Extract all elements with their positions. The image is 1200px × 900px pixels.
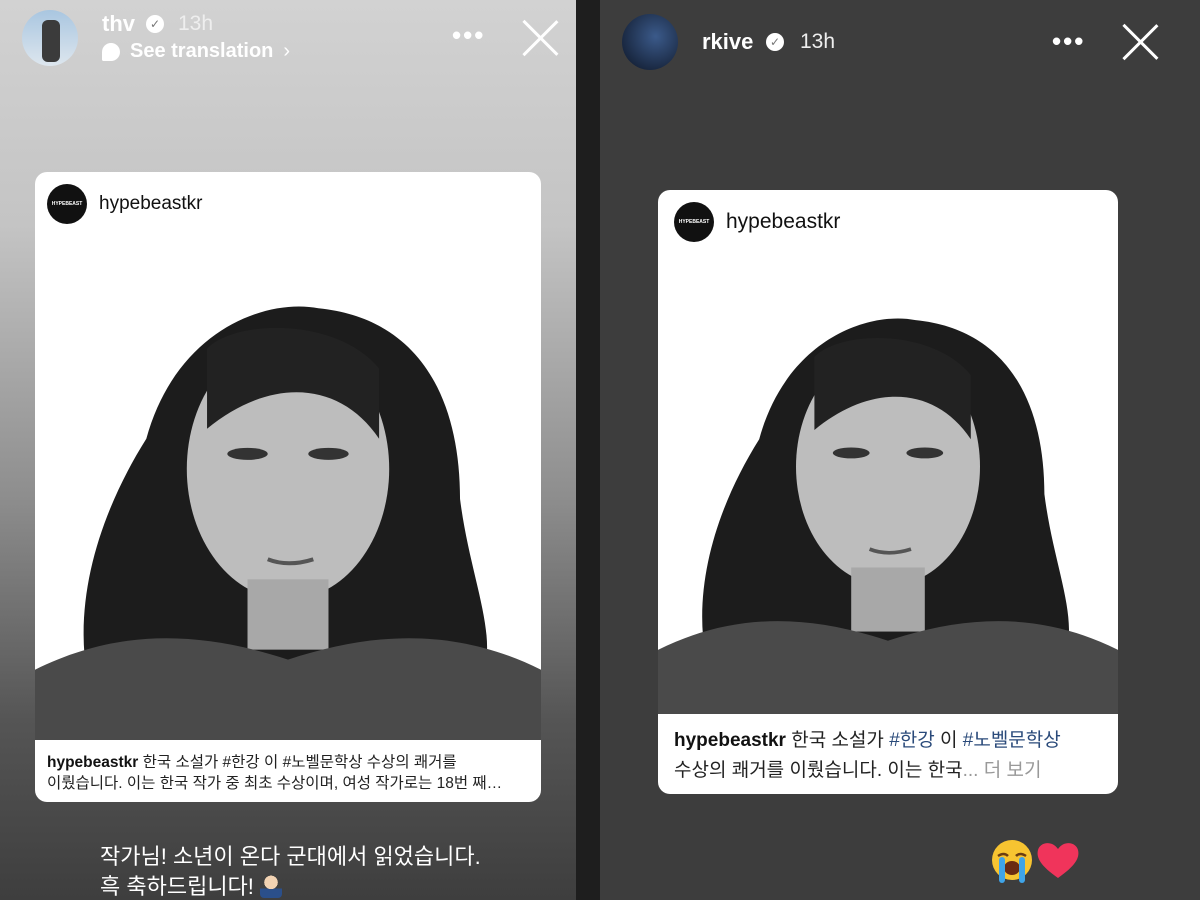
caption-line: 수상의 쾌거를 이뤘습니다. 이는 한국 (674, 760, 963, 781)
post-photo (658, 256, 1118, 714)
shared-post-card[interactable]: HYPEBEAST hypebeastkr hypebeastkr 한국 소설가… (35, 172, 541, 802)
account-logo: HYPEBEAST (47, 184, 87, 224)
caption-user: hypebeastkr (674, 730, 786, 751)
close-button[interactable] (520, 18, 560, 58)
caption-text: 한국 소설가 (791, 730, 890, 751)
post-photo (35, 238, 541, 740)
see-more-link[interactable]: ... 더 보기 (963, 760, 1042, 781)
post-caption: hypebeastkr 한국 소설가 #한강 이 #노벨문학상 수상의 쾌거를 … (47, 752, 531, 794)
message-line: 흑 축하드립니다! (100, 874, 254, 899)
shared-post-card[interactable]: HYPEBEAST hypebeastkr hypebeastkr 한국 소설가… (658, 190, 1118, 794)
verified-badge-icon: ✓ (766, 33, 784, 51)
hashtag-link[interactable]: #한강 (889, 730, 935, 751)
emoji-reaction (990, 838, 1080, 884)
account-name[interactable]: hypebeastkr (99, 193, 203, 215)
more-options-button[interactable]: ••• (452, 20, 485, 51)
chevron-right-icon: › (283, 40, 291, 62)
hashtag-link[interactable]: #노벨문학상 (963, 730, 1061, 751)
caption-line: 이뤘습니다. 이는 한국 작가 중 최초 수상이며, 여성 작가로는 18번 째… (47, 775, 503, 792)
post-time: 13h (178, 12, 214, 35)
see-translation-button[interactable]: See translation › (102, 40, 290, 63)
caption-line: 한국 소설가 #한강 이 #노벨문학상 수상의 쾌거를 (142, 754, 457, 771)
avatar[interactable] (22, 10, 78, 66)
avatar[interactable] (622, 14, 678, 70)
red-heart-icon (1037, 843, 1079, 878)
caption-text: 이 (934, 730, 963, 751)
translate-icon (102, 42, 120, 61)
left-story: thv ✓ 13h See translation › ••• HYPEBEAS… (0, 0, 576, 900)
username[interactable]: rkive (702, 29, 753, 55)
right-story: rkive ✓ 13h ••• HYPEBEAST hypebeastkr hy… (600, 0, 1200, 900)
post-caption: hypebeastkr 한국 소설가 #한강 이 #노벨문학상 수상의 쾌거를 … (674, 726, 1108, 786)
caption-user: hypebeastkr (47, 754, 139, 771)
account-name[interactable]: hypebeastkr (726, 210, 840, 234)
bowing-person-emoji-icon (260, 874, 283, 898)
close-button[interactable] (1120, 22, 1160, 62)
message-line: 작가님! 소년이 온다 군대에서 읽었습니다. (100, 844, 481, 869)
loudly-crying-face-icon (992, 840, 1032, 883)
verified-badge-icon: ✓ (146, 15, 164, 33)
username[interactable]: thv (102, 11, 135, 37)
story-message: 작가님! 소년이 온다 군대에서 읽었습니다. 흑 축하드립니다! (100, 842, 481, 900)
post-time: 13h (800, 30, 836, 53)
see-translation-label: See translation (130, 40, 274, 62)
account-logo: HYPEBEAST (674, 202, 714, 242)
more-options-button[interactable]: ••• (1052, 26, 1085, 57)
